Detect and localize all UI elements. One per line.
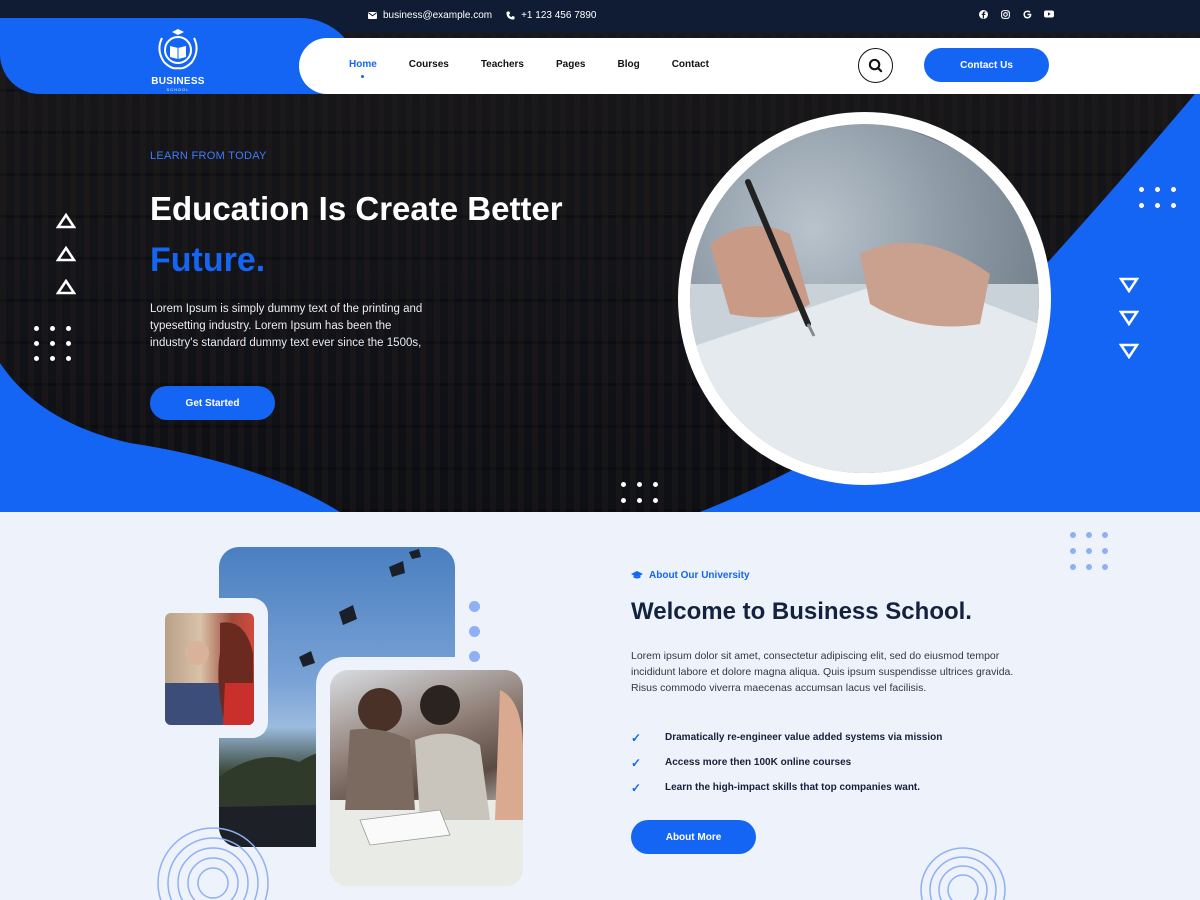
- email-text: business@example.com: [383, 10, 493, 21]
- decor-dots-vertical: [469, 601, 480, 662]
- down-triangle-icon: [1119, 277, 1139, 293]
- google-icon[interactable]: [1022, 9, 1032, 19]
- brand-tagline: SCHOOL: [166, 87, 190, 92]
- youtube-icon[interactable]: [1044, 9, 1054, 19]
- up-triangle-icon: [56, 246, 76, 262]
- phone-text: +1 123 456 7890: [521, 10, 597, 21]
- phone-icon: [506, 11, 515, 20]
- feature-text: Learn the high-impact skills that top co…: [665, 782, 921, 793]
- phone-link[interactable]: +1 123 456 7890: [506, 10, 596, 21]
- up-triangle-icon: [56, 213, 76, 229]
- students-studying-photo: [330, 670, 523, 886]
- main-navigation: Home Courses Teachers Pages Blog Contact…: [299, 38, 1200, 94]
- decor-dots-bottom: [621, 482, 659, 504]
- down-triangle-icon: [1119, 310, 1139, 326]
- nav-menu: Home Courses Teachers Pages Blog Contact: [349, 59, 709, 78]
- nav-item-home[interactable]: Home: [349, 59, 377, 78]
- check-icon: ✓: [631, 755, 642, 770]
- search-button[interactable]: [858, 48, 893, 83]
- feature-item: ✓ Dramatically re-engineer value added s…: [631, 725, 942, 750]
- social-links: [978, 9, 1054, 19]
- hero-photo-writing: [690, 124, 1039, 473]
- decor-dots-right: [1139, 187, 1177, 209]
- brand-logo[interactable]: BUSINESS SCHOOL: [148, 26, 208, 92]
- hero-title-line1: Education Is Create Better: [150, 190, 563, 227]
- nav-item-pages[interactable]: Pages: [556, 59, 585, 70]
- search-icon: [868, 58, 883, 73]
- brand-name: BUSINESS: [151, 76, 205, 87]
- check-icon: ✓: [631, 730, 642, 745]
- nav-item-contact[interactable]: Contact: [672, 59, 709, 70]
- about-eyebrow: About Our University: [631, 570, 750, 581]
- get-started-button[interactable]: Get Started: [150, 386, 275, 420]
- feature-text: Access more then 100K online courses: [665, 757, 852, 768]
- students-class-photo: [165, 613, 254, 725]
- mail-icon: [368, 12, 377, 19]
- instagram-icon[interactable]: [1000, 9, 1010, 19]
- hero-title-line2: Future.: [150, 241, 266, 279]
- feature-item: ✓ Access more then 100K online courses: [631, 750, 942, 775]
- hero-eyebrow: LEARN FROM TODAY: [150, 150, 267, 162]
- about-more-button[interactable]: About More: [631, 820, 756, 854]
- decor-circles-right: [920, 847, 1006, 900]
- contact-us-button[interactable]: Contact Us: [924, 48, 1049, 82]
- feature-text: Dramatically re-engineer value added sys…: [665, 732, 943, 743]
- about-eyebrow-text: About Our University: [649, 570, 750, 581]
- about-title: Welcome to Business School.: [631, 598, 972, 625]
- facebook-icon[interactable]: [978, 9, 988, 19]
- feature-list: ✓ Dramatically re-engineer value added s…: [631, 725, 942, 800]
- about-description: Lorem ipsum dolor sit amet, consectetur …: [631, 650, 1014, 694]
- hero-description: Lorem Ipsum is simply dummy text of the …: [150, 303, 423, 349]
- nav-item-courses[interactable]: Courses: [409, 59, 449, 70]
- up-triangle-icon: [56, 279, 76, 295]
- nav-item-blog[interactable]: Blog: [617, 59, 639, 70]
- feature-item: ✓ Learn the high-impact skills that top …: [631, 775, 942, 800]
- check-icon: ✓: [631, 780, 642, 795]
- nav-item-teachers[interactable]: Teachers: [481, 59, 524, 70]
- decor-dots-about: [1070, 532, 1108, 570]
- school-crest-icon: [158, 29, 198, 70]
- decor-dots-left: [34, 326, 72, 361]
- contact-info: business@example.com +1 123 456 7890: [368, 10, 596, 21]
- down-triangle-icon: [1119, 343, 1139, 359]
- decor-circles-left: [157, 827, 269, 900]
- email-link[interactable]: business@example.com: [368, 10, 492, 21]
- graduation-cap-icon: [631, 571, 643, 579]
